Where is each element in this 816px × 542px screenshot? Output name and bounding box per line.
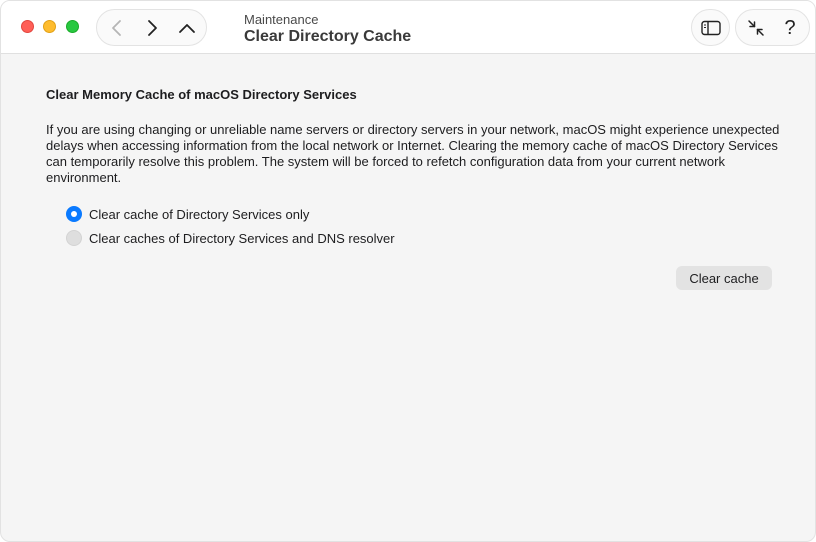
description-text: If you are using changing or unreliable … (46, 122, 780, 185)
sidebar-toggle-button[interactable] (691, 9, 730, 46)
option-label: Clear cache of Directory Services only (89, 206, 310, 222)
up-button[interactable] (169, 10, 205, 46)
chevron-left-icon (112, 20, 121, 36)
navigation-group (96, 9, 207, 46)
forward-button[interactable] (134, 10, 170, 46)
option-directory-and-dns[interactable]: Clear caches of Directory Services and D… (66, 230, 395, 246)
app-window: Maintenance Clear Directory Cache ? Clea… (0, 0, 816, 542)
utility-group: ? (735, 9, 810, 46)
chevron-up-icon (179, 24, 195, 33)
close-window-button[interactable] (21, 20, 34, 33)
breadcrumb: Maintenance (244, 12, 319, 27)
toolbar: Maintenance Clear Directory Cache ? (1, 1, 815, 54)
radio-selected[interactable] (66, 206, 82, 222)
option-label: Clear caches of Directory Services and D… (89, 230, 395, 246)
zoom-window-button[interactable] (66, 20, 79, 33)
radio-unselected[interactable] (66, 230, 82, 246)
section-heading: Clear Memory Cache of macOS Directory Se… (46, 87, 357, 102)
back-button[interactable] (99, 10, 135, 46)
collapse-button[interactable] (738, 10, 774, 46)
chevron-right-icon (148, 20, 157, 36)
page-title: Clear Directory Cache (244, 28, 412, 45)
help-button[interactable]: ? (772, 10, 808, 46)
collapse-arrows-icon (748, 20, 764, 36)
minimize-window-button[interactable] (43, 20, 56, 33)
option-directory-services-only[interactable]: Clear cache of Directory Services only (66, 206, 309, 222)
clear-cache-button[interactable]: Clear cache (676, 266, 772, 290)
sidebar-icon (700, 20, 721, 35)
